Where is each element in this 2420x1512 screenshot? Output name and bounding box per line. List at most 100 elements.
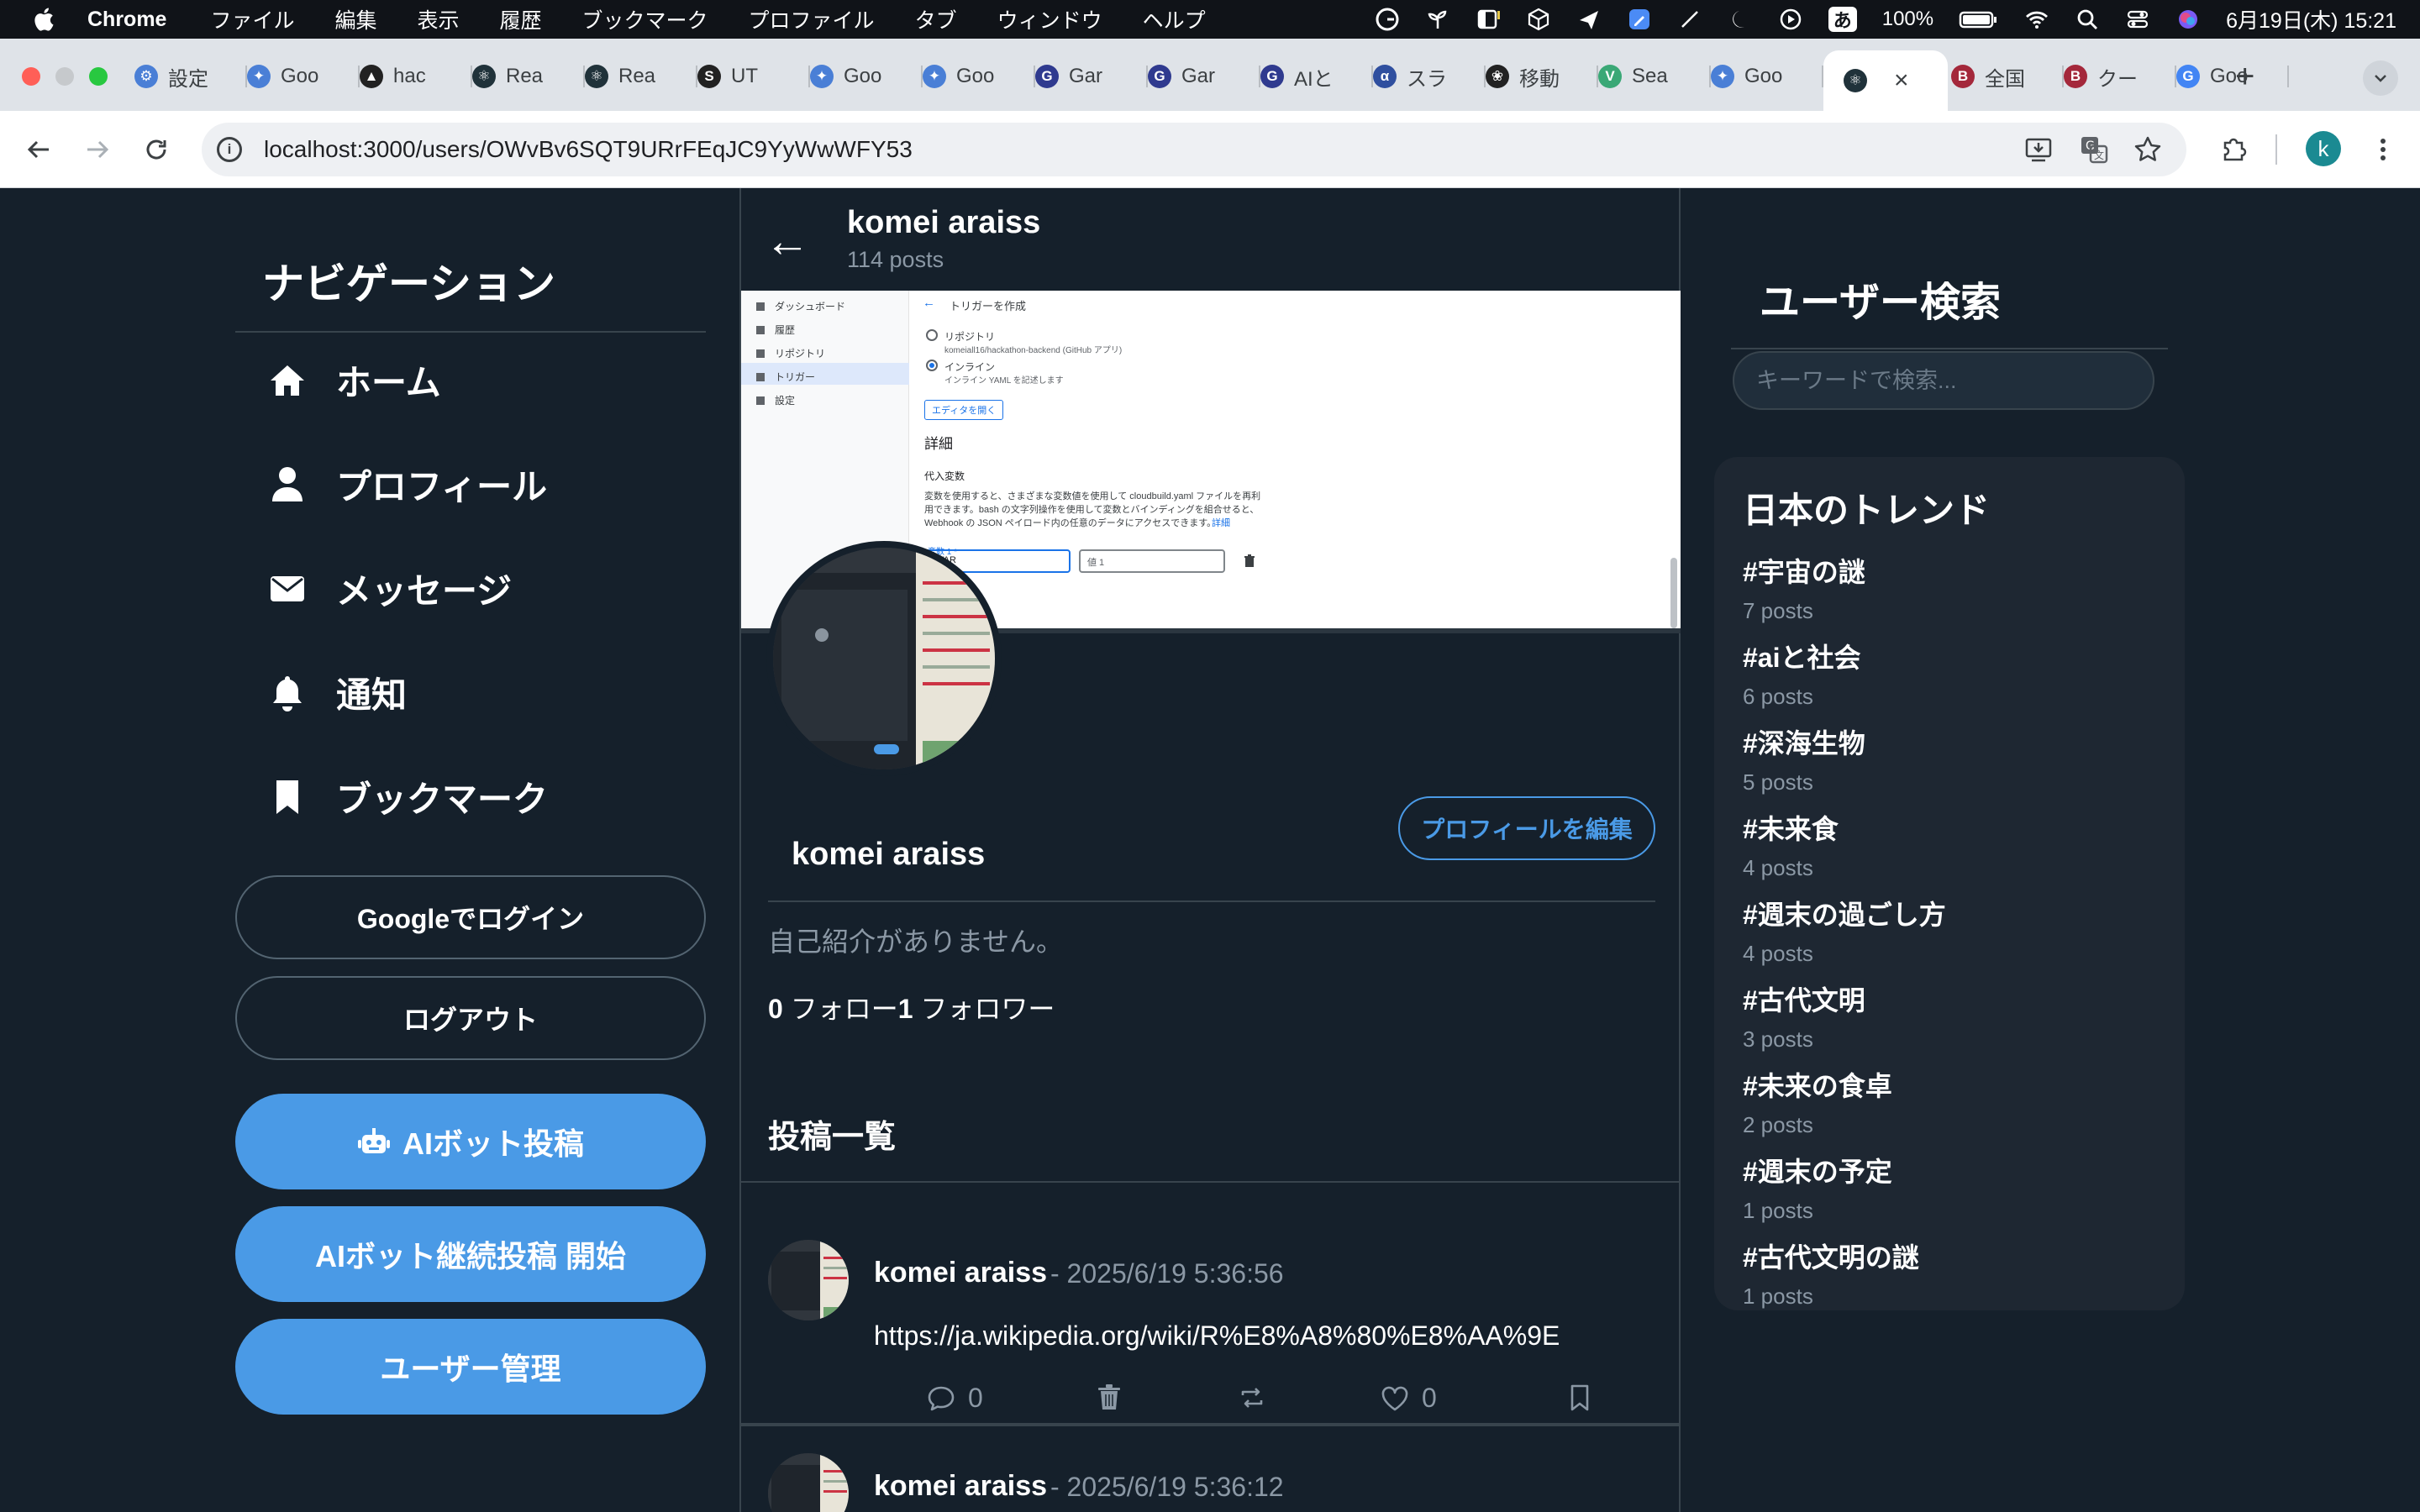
trend-item[interactable]: #週末の過ごし方 4 posts (1743, 894, 1946, 967)
send-icon[interactable] (1576, 7, 1602, 32)
browser-tab[interactable]: S UT (697, 59, 810, 94)
forward-button[interactable] (81, 133, 114, 166)
back-button[interactable] (22, 133, 55, 166)
ai-bot-post-button[interactable]: AIボット投稿 (235, 1094, 706, 1189)
nav-item-bookmarks[interactable]: ブックマーク (269, 771, 548, 822)
browser-tab[interactable]: ⚛ Rea (472, 59, 585, 94)
sidebar-toggle-icon[interactable] (1476, 7, 1501, 32)
nav-item-home[interactable]: ホーム (269, 354, 441, 406)
box-icon[interactable] (1526, 7, 1551, 32)
trend-item[interactable]: #深海生物 5 posts (1743, 722, 1865, 795)
menu-bookmarks[interactable]: ブックマーク (582, 4, 708, 34)
menu-help[interactable]: ヘルプ (1143, 4, 1206, 34)
address-url[interactable]: localhost:3000/users/OWvBv6SQT9URrFEqJC9… (264, 136, 913, 163)
address-bar[interactable]: i localhost:3000/users/OWvBv6SQT9URrFEqJ… (202, 123, 2186, 176)
nav-item-messages[interactable]: メッセージ (269, 563, 512, 614)
window-zoom-button[interactable] (89, 67, 108, 86)
close-tab-icon[interactable]: × (1894, 66, 1909, 95)
repost-button[interactable] (1237, 1383, 1279, 1413)
browser-tab[interactable]: α スラ (1373, 59, 1486, 94)
menu-app-name[interactable]: Chrome (87, 8, 166, 32)
bookmark-post-button[interactable] (1565, 1383, 1607, 1413)
wifi-icon[interactable] (2024, 7, 2049, 32)
browser-tab[interactable]: B 全国 (1951, 59, 2064, 94)
more-menu-icon[interactable] (2368, 134, 2398, 165)
menu-file[interactable]: ファイル (210, 4, 294, 34)
following-label[interactable]: フォロー (783, 994, 898, 1024)
following-count[interactable]: 0 (768, 994, 783, 1024)
menu-datetime[interactable]: 6月19日(木) 15:21 (2226, 4, 2396, 34)
extensions-icon[interactable] (2218, 134, 2249, 165)
play-icon[interactable] (1778, 7, 1803, 32)
spotlight-search-icon[interactable] (2075, 7, 2100, 32)
trend-item[interactable]: #古代文明 3 posts (1743, 979, 1865, 1053)
followers-count[interactable]: 1 (898, 994, 913, 1024)
edit-profile-button[interactable]: プロフィールを編集 (1398, 796, 1655, 860)
browser-tab[interactable]: ❀ 移動 (1486, 59, 1598, 94)
profile-avatar[interactable] (766, 541, 1002, 776)
ai-bot-continuous-post-button[interactable]: AIボット継続投稿 開始 (235, 1206, 706, 1302)
grammarly-icon[interactable] (1375, 7, 1400, 32)
reply-button[interactable]: 0 (926, 1383, 983, 1414)
trend-item[interactable]: #aiと社会 6 posts (1743, 637, 1861, 710)
like-button[interactable]: 0 (1380, 1383, 1437, 1414)
browser-tab[interactable]: B クー (2064, 59, 2176, 94)
window-minimize-button[interactable] (55, 67, 74, 86)
post-avatar[interactable] (768, 1453, 849, 1512)
logout-button[interactable]: ログアウト (235, 976, 706, 1060)
tab-search-button[interactable] (2363, 60, 2398, 96)
pen-slash-icon[interactable] (1677, 7, 1702, 32)
user-search-input[interactable] (1733, 351, 2154, 410)
browser-tab[interactable]: ⚙ 設定 (134, 59, 247, 94)
browser-tab[interactable]: ▲ hac (360, 59, 472, 94)
pen-app-icon[interactable] (1627, 7, 1652, 32)
user-admin-button[interactable]: ユーザー管理 (235, 1319, 706, 1415)
post-avatar[interactable] (768, 1240, 849, 1320)
input-method-indicator[interactable]: あ (1828, 7, 1857, 32)
site-info-icon[interactable]: i (217, 137, 242, 162)
trend-item[interactable]: #宇宙の謎 7 posts (1743, 551, 1865, 624)
trend-item[interactable]: #未来食 4 posts (1743, 808, 1839, 881)
menu-profiles[interactable]: プロファイル (749, 4, 875, 34)
battery-icon[interactable] (1959, 7, 1999, 32)
back-arrow-icon[interactable]: ← (765, 215, 810, 267)
apple-icon[interactable] (32, 6, 59, 33)
translate-icon[interactable]: G文 (2079, 134, 2109, 165)
browser-tab[interactable]: G Gar (1148, 59, 1260, 94)
menu-history[interactable]: 履歴 (500, 4, 542, 34)
browser-tab[interactable]: ✦ Goo (1711, 59, 1823, 94)
followers-label[interactable]: フォロワー (913, 994, 1055, 1024)
menu-tab[interactable]: タブ (915, 4, 957, 34)
control-center-icon[interactable] (2125, 7, 2150, 32)
install-app-icon[interactable] (2023, 134, 2054, 165)
menu-window[interactable]: ウィンドウ (997, 4, 1102, 34)
browser-tab[interactable]: G Goo (2176, 59, 2289, 94)
moon-icon[interactable] (1728, 7, 1753, 32)
nav-item-profile[interactable]: プロフィール (269, 459, 547, 510)
bookmark-star-icon[interactable] (2133, 134, 2163, 165)
chrome-profile-avatar[interactable]: k (2306, 131, 2341, 166)
browser-tab[interactable]: ⚛ × (1823, 50, 1948, 111)
nav-item-notifications[interactable]: 通知 (269, 667, 407, 718)
browser-tab[interactable]: G Gar (1035, 59, 1148, 94)
window-close-button[interactable] (22, 67, 40, 86)
trend-item[interactable]: #古代文明の謎 1 posts (1743, 1236, 1919, 1310)
post-author[interactable]: komei araiss (874, 1257, 1047, 1289)
reload-button[interactable] (139, 133, 173, 166)
new-tab-button[interactable]: + (2235, 57, 2254, 96)
browser-tab[interactable]: ✦ Goo (923, 59, 1035, 94)
delete-button[interactable] (1094, 1383, 1136, 1413)
browser-tab[interactable]: V Sea (1598, 59, 1711, 94)
plant-icon[interactable] (1425, 7, 1450, 32)
browser-tab[interactable]: ⚛ Rea (585, 59, 697, 94)
browser-tab[interactable]: ✦ Goo (810, 59, 923, 94)
browser-tab[interactable]: G AIと (1260, 59, 1373, 94)
browser-tab[interactable]: ✦ Goo (247, 59, 360, 94)
siri-icon[interactable] (2175, 7, 2201, 32)
trend-item[interactable]: #週末の予定 1 posts (1743, 1151, 1892, 1224)
menu-view[interactable]: 表示 (418, 4, 460, 34)
trend-item[interactable]: #未来の食卓 2 posts (1743, 1065, 1892, 1138)
google-login-button[interactable]: Googleでログイン (235, 875, 706, 959)
post-author[interactable]: komei araiss (874, 1470, 1047, 1503)
menu-edit[interactable]: 編集 (334, 4, 376, 34)
